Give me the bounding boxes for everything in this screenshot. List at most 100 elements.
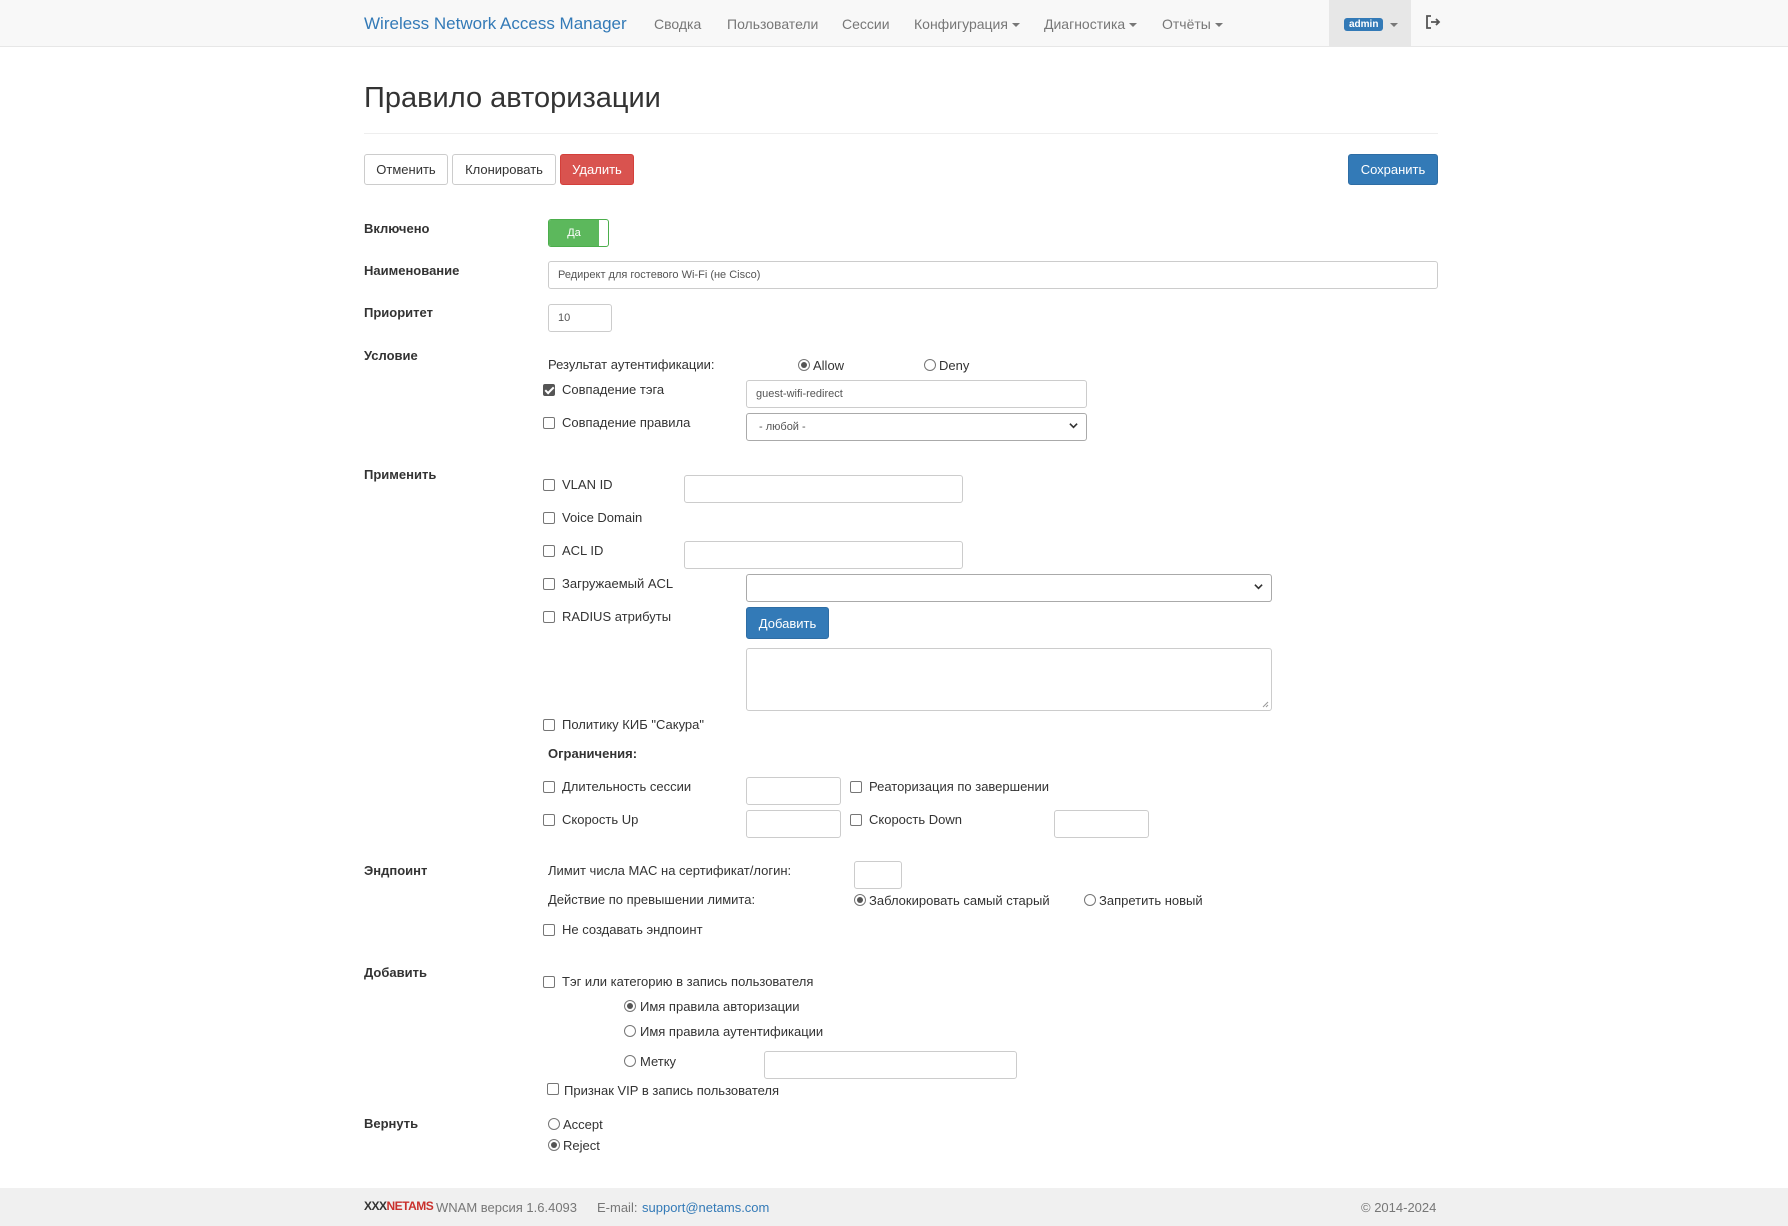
session-duration-input[interactable] xyxy=(746,777,841,805)
authn-rule-name-radio[interactable] xyxy=(624,1025,636,1037)
tag-input[interactable]: guest-wifi-redirect xyxy=(746,380,1087,408)
rule-match-label: Совпадение правила xyxy=(562,415,691,430)
tag-category-label: Тэг или категорию в запись пользователя xyxy=(562,974,814,989)
auth-result-allow-radio[interactable] xyxy=(798,359,810,371)
voice-domain-checkbox[interactable] xyxy=(543,512,555,524)
save-button[interactable]: Сохранить xyxy=(1348,154,1438,185)
chevron-down-icon xyxy=(1069,423,1078,429)
return-reject-label: Reject xyxy=(563,1138,600,1153)
nav-item-diagnostics[interactable]: Диагностика xyxy=(1044,16,1138,32)
overflow-action-label: Действие по превышении лимита: xyxy=(548,892,756,907)
nav-item-label: Конфигурация xyxy=(914,16,1008,32)
nav-item-reports[interactable]: Отчёты xyxy=(1162,16,1223,32)
mark-input[interactable] xyxy=(764,1051,1017,1079)
return-label: Вернуть xyxy=(364,1116,419,1131)
support-email-link[interactable]: support@netams.com xyxy=(642,1200,769,1215)
speed-up-checkbox[interactable] xyxy=(543,814,555,826)
mark-label: Метку xyxy=(640,1054,677,1069)
radius-textarea[interactable] xyxy=(746,648,1272,711)
vlan-checkbox[interactable] xyxy=(543,479,555,491)
speed-down-label: Скорость Down xyxy=(869,812,962,827)
add-radius-button[interactable]: Добавить xyxy=(746,607,829,639)
chevron-down-icon xyxy=(1214,23,1223,28)
block-oldest-radio[interactable] xyxy=(854,894,866,906)
dacl-select[interactable] xyxy=(746,574,1272,602)
return-accept-label: Accept xyxy=(563,1117,603,1132)
delete-button[interactable]: Удалить xyxy=(560,154,634,185)
enabled-toggle-on: Да xyxy=(549,220,599,246)
authz-rule-name-label: Имя правила авторизации xyxy=(640,999,800,1014)
kib-label: Политику КИБ "Сакура" xyxy=(562,717,704,732)
copyright-text: © 2014-2024 xyxy=(1361,1200,1437,1215)
speed-up-input[interactable] xyxy=(746,810,841,838)
no-create-endpoint-checkbox[interactable] xyxy=(543,924,555,936)
return-accept-radio[interactable] xyxy=(548,1118,560,1130)
tag-match-checkbox[interactable] xyxy=(543,384,555,396)
chevron-down-icon xyxy=(1254,584,1263,590)
top-navbar: Wireless Network Access Manager Сводка П… xyxy=(0,0,1788,47)
user-menu[interactable]: admin xyxy=(1329,0,1411,47)
logo-text: NETAMS xyxy=(386,1199,434,1213)
tag-category-checkbox[interactable] xyxy=(543,976,555,988)
speed-up-label: Скорость Up xyxy=(562,812,639,827)
deny-new-radio[interactable] xyxy=(1084,894,1096,906)
nav-item-summary[interactable]: Сводка xyxy=(654,16,701,32)
vlan-input[interactable] xyxy=(684,475,963,503)
authz-rule-name-radio[interactable] xyxy=(624,1000,636,1012)
mac-limit-input[interactable] xyxy=(854,861,902,889)
chevron-down-icon xyxy=(1011,23,1020,28)
acl-checkbox[interactable] xyxy=(543,545,555,557)
netams-logo: XXXNETAMS xyxy=(364,1199,434,1213)
apply-label: Применить xyxy=(364,467,437,482)
radius-checkbox[interactable] xyxy=(543,611,555,623)
page-title: Правило авторизации xyxy=(364,82,661,114)
logout-icon[interactable] xyxy=(1425,14,1441,30)
dacl-label: Загружаемый ACL xyxy=(562,576,674,591)
rule-select[interactable]: - любой - xyxy=(746,413,1087,441)
brand-link[interactable]: Wireless Network Access Manager xyxy=(364,14,627,34)
reauth-checkbox[interactable] xyxy=(850,781,862,793)
divider xyxy=(364,133,1438,134)
speed-down-input[interactable] xyxy=(1054,810,1149,838)
session-duration-label: Длительность сессии xyxy=(562,779,692,794)
nav-item-sessions[interactable]: Сессии xyxy=(842,16,890,32)
acl-label: ACL ID xyxy=(562,543,604,558)
nav-item-label: Отчёты xyxy=(1162,16,1211,32)
resize-grip-icon[interactable] xyxy=(1262,701,1269,708)
dacl-checkbox[interactable] xyxy=(543,578,555,590)
endpoint-label: Эндпоинт xyxy=(364,863,428,878)
condition-label: Условие xyxy=(364,348,418,363)
speed-down-checkbox[interactable] xyxy=(850,814,862,826)
add-section-label: Добавить xyxy=(364,965,427,980)
deny-new-label: Запретить новый xyxy=(1099,893,1203,908)
clone-button[interactable]: Клонировать xyxy=(452,154,556,185)
enabled-toggle[interactable]: Да xyxy=(548,219,609,247)
rule-match-checkbox[interactable] xyxy=(543,417,555,429)
name-input[interactable]: Редирект для гостевого Wi-Fi (не Cisco) xyxy=(548,261,1438,289)
mark-radio[interactable] xyxy=(624,1055,636,1067)
email-label: E-mail: xyxy=(597,1200,638,1215)
nav-item-users[interactable]: Пользователи xyxy=(727,16,818,32)
tag-match-label: Совпадение тэга xyxy=(562,382,665,397)
cancel-button[interactable]: Отменить xyxy=(364,154,448,185)
footer: XXXNETAMS WNAM версия 1.6.4093 E-mail: s… xyxy=(0,1188,1788,1226)
nav-item-configuration[interactable]: Конфигурация xyxy=(914,16,1020,32)
authn-rule-name-label: Имя правила аутентификации xyxy=(640,1024,824,1039)
radius-label: RADIUS атрибуты xyxy=(562,609,672,624)
vlan-label: VLAN ID xyxy=(562,477,613,492)
acl-input[interactable] xyxy=(684,541,963,569)
no-create-endpoint-label: Не создавать эндпоинт xyxy=(562,922,703,937)
limits-label: Ограничения: xyxy=(548,746,638,761)
name-label: Наименование xyxy=(364,263,460,278)
mac-limit-label: Лимит числа MAC на сертификат/логин: xyxy=(548,863,792,878)
kib-checkbox[interactable] xyxy=(543,719,555,731)
vip-checkbox[interactable] xyxy=(547,1083,559,1095)
session-duration-checkbox[interactable] xyxy=(543,781,555,793)
voice-domain-label: Voice Domain xyxy=(562,510,643,525)
return-reject-radio[interactable] xyxy=(548,1139,560,1151)
nav-item-label: Диагностика xyxy=(1044,16,1126,32)
auth-result-deny-radio[interactable] xyxy=(924,359,936,371)
block-oldest-label: Заблокировать самый старый xyxy=(869,893,1050,908)
priority-input[interactable]: 10 xyxy=(548,304,612,332)
auth-result-label: Результат аутентификации: xyxy=(548,357,715,372)
